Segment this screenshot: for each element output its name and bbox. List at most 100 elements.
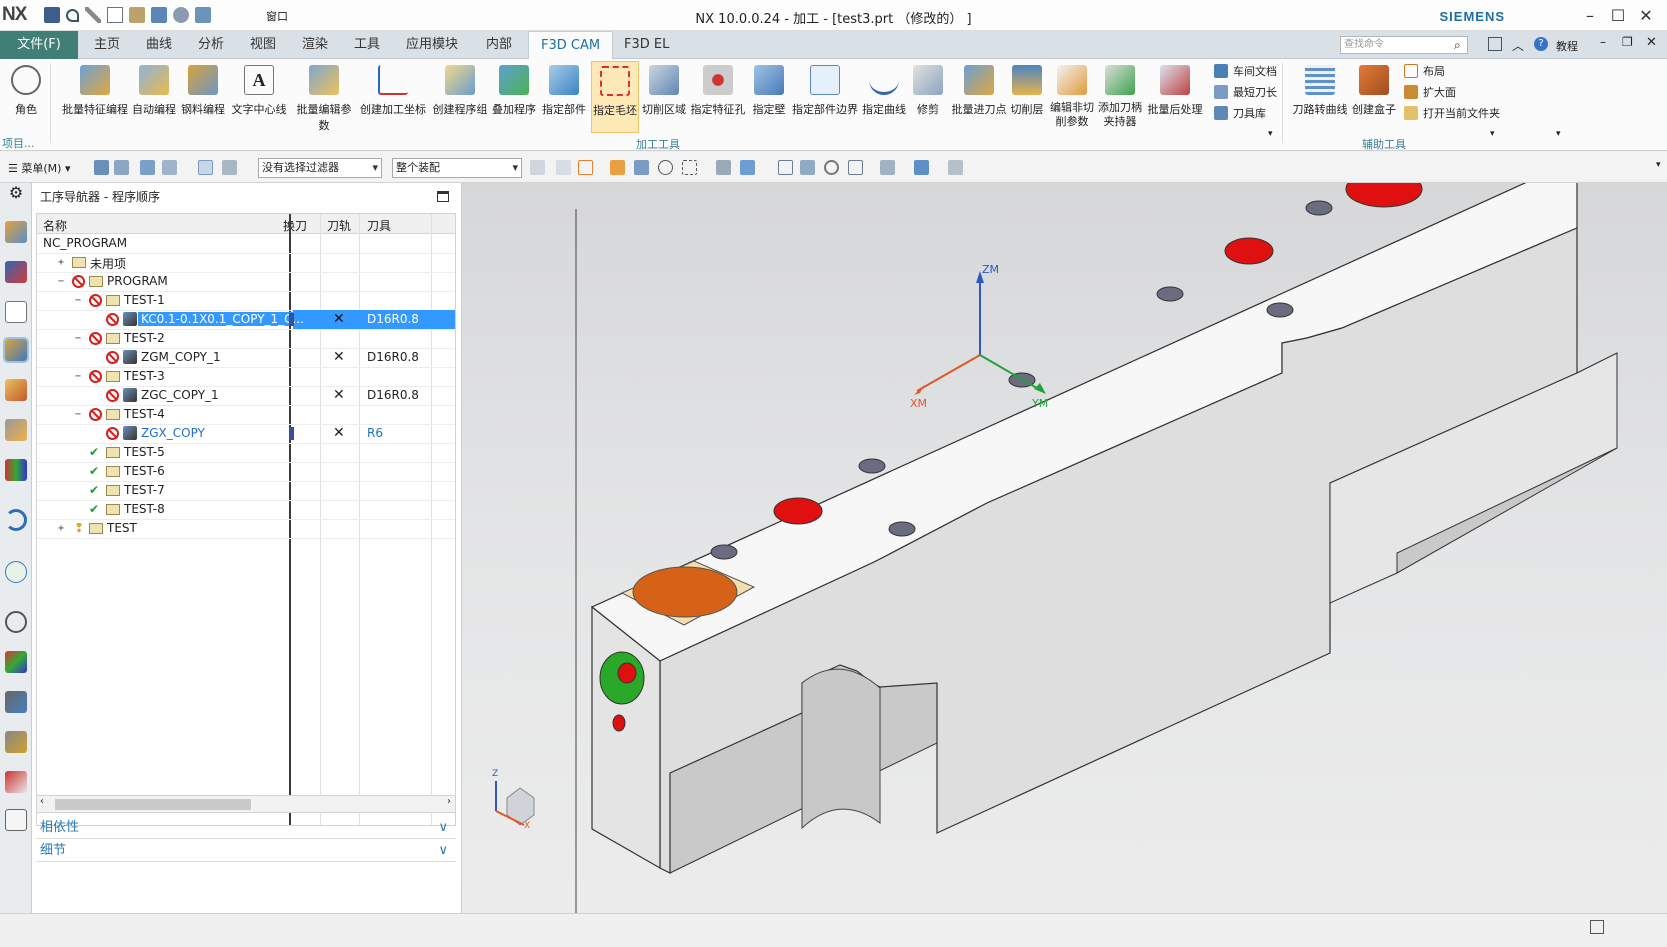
- snap-point-icon[interactable]: [556, 160, 571, 175]
- collapse-icon[interactable]: −: [75, 371, 81, 382]
- search-icon[interactable]: ⌕: [1454, 38, 1461, 53]
- palette-icon[interactable]: [5, 771, 27, 793]
- project-menu[interactable]: 项目...: [2, 135, 35, 151]
- constraint-navigator-icon[interactable]: [5, 261, 27, 283]
- collapse-icon[interactable]: −: [58, 276, 64, 287]
- program-group-row[interactable]: NC_PROGRAM: [37, 234, 455, 254]
- process-studio-icon[interactable]: [5, 651, 27, 673]
- program-group-row[interactable]: − TEST-2: [37, 329, 455, 349]
- scroll-thumb[interactable]: [55, 799, 251, 810]
- scroll-left-icon[interactable]: ‹: [40, 796, 44, 807]
- tutorial-link[interactable]: 教程: [1556, 38, 1578, 54]
- group-expand-icon[interactable]: ▾: [1490, 129, 1495, 139]
- tab-view[interactable]: 视图: [250, 31, 276, 59]
- create-program-group-button[interactable]: 创建程序组: [432, 61, 488, 133]
- program-order-view-icon[interactable]: [94, 160, 109, 175]
- auto-programming-button[interactable]: 自动编程: [130, 61, 178, 133]
- role-button[interactable]: 角色: [6, 61, 46, 133]
- enlarge-face-button[interactable]: 扩大面: [1404, 84, 1456, 100]
- layout-panel-icon[interactable]: [5, 809, 27, 831]
- specify-part-boundary-button[interactable]: 指定部件边界: [792, 61, 858, 133]
- tab-applications[interactable]: 应用模块: [406, 31, 458, 59]
- shop-doc-button[interactable]: 车间文档: [1214, 63, 1277, 79]
- shortest-tool-length-button[interactable]: 最短刀长: [1214, 84, 1277, 100]
- collapse-icon[interactable]: −: [75, 295, 81, 306]
- collapse-icon[interactable]: −: [75, 333, 81, 344]
- tab-f3d-cam[interactable]: F3D CAM: [528, 31, 614, 60]
- batch-edit-params-button[interactable]: 批量编辑参数: [292, 61, 356, 133]
- tab-curve[interactable]: 曲线: [146, 31, 172, 59]
- edit-noncutting-params-button[interactable]: 编辑非切削参数: [1050, 61, 1094, 133]
- rotate-icon[interactable]: [824, 160, 839, 175]
- system-scene-icon[interactable]: [5, 731, 27, 753]
- reuse-library-icon[interactable]: [5, 459, 27, 481]
- fit-view-icon[interactable]: [716, 160, 731, 175]
- operation-row[interactable]: KC0.1-0.1X0.1_COPY_1_C... ✕ D16R0.8: [37, 310, 455, 330]
- rectangle-select-icon[interactable]: [682, 160, 697, 175]
- toolbar-expand-icon[interactable]: ▾: [1656, 160, 1661, 170]
- method-view-icon[interactable]: [162, 160, 177, 175]
- program-group-row[interactable]: − TEST-4: [37, 405, 455, 425]
- settings-icon[interactable]: ⚙: [5, 183, 27, 205]
- show-hide-icon[interactable]: [948, 160, 963, 175]
- minimize-icon[interactable]: –: [1580, 6, 1600, 25]
- dependencies-panel[interactable]: 相依性 ∨: [36, 817, 456, 839]
- ribbon-close-icon[interactable]: ✕: [1646, 35, 1657, 50]
- operation-row[interactable]: ZGC_COPY_1 ✕ D16R0.8: [37, 386, 455, 406]
- column-toolpath[interactable]: 刀轨: [327, 217, 351, 234]
- toolpath-to-curve-button[interactable]: 刀路转曲线: [1292, 61, 1348, 133]
- collapse-icon[interactable]: −: [75, 409, 81, 420]
- maximize-icon[interactable]: ☐: [1608, 6, 1628, 25]
- machine-tool-navigator-icon[interactable]: [5, 379, 27, 401]
- steel-programming-button[interactable]: 钢料编程: [180, 61, 226, 133]
- operation-row[interactable]: ZGX_COPY ✕ R6: [37, 424, 455, 444]
- cut-area-button[interactable]: 切削区域: [642, 61, 686, 133]
- ribbon-minimize-icon[interactable]: –: [1600, 35, 1606, 49]
- cut-level-button[interactable]: 切削层: [1010, 61, 1044, 133]
- batch-entry-point-button[interactable]: 批量进刀点: [950, 61, 1008, 133]
- command-search-input[interactable]: 查找命令: [1340, 36, 1468, 54]
- specify-wall-button[interactable]: 指定壁: [750, 61, 788, 133]
- machine-tool-view-icon[interactable]: [114, 160, 129, 175]
- tab-tools[interactable]: 工具: [354, 31, 380, 59]
- column-toolchange[interactable]: 换刀: [283, 217, 307, 234]
- center-point-icon[interactable]: [658, 160, 673, 175]
- assembly-scope-dropdown[interactable]: 整个装配: [392, 158, 522, 178]
- program-group-row[interactable]: + ❢ TEST: [37, 519, 455, 539]
- main-menu-button[interactable]: ☰ 菜单(M) ▾: [8, 160, 70, 176]
- layout-icon[interactable]: [1488, 37, 1502, 51]
- program-group-row[interactable]: − PROGRAM: [37, 272, 455, 292]
- help-icon[interactable]: ?: [1534, 37, 1548, 51]
- program-group-row[interactable]: ✔ TEST-6: [37, 462, 455, 482]
- history-icon[interactable]: [5, 561, 27, 583]
- snap-icon[interactable]: [530, 160, 545, 175]
- horizontal-scrollbar[interactable]: ‹ ›: [36, 795, 456, 813]
- tab-analysis[interactable]: 分析: [198, 31, 224, 59]
- tab-f3d-el[interactable]: F3D EL: [624, 31, 669, 59]
- tab-home[interactable]: 主页: [94, 31, 120, 59]
- column-tool[interactable]: 刀具: [367, 217, 391, 234]
- operation-navigator-icon[interactable]: [3, 337, 29, 363]
- layout-button[interactable]: 布局: [1404, 63, 1445, 79]
- specify-feature-hole-button[interactable]: 指定特征孔: [690, 61, 746, 133]
- web-browser-icon[interactable]: [5, 509, 27, 531]
- ribbon-expand-icon[interactable]: ▾: [1556, 129, 1561, 139]
- text-centerline-button[interactable]: A 文字中心线: [230, 61, 288, 133]
- close-icon[interactable]: ✕: [1636, 6, 1656, 25]
- specify-blank-button[interactable]: 指定毛坯: [591, 61, 639, 133]
- zoom-icon[interactable]: [778, 160, 793, 175]
- specify-part-button[interactable]: 指定部件: [540, 61, 588, 133]
- program-group-row[interactable]: ✔ TEST-5: [37, 443, 455, 463]
- add-holder-button[interactable]: 添加刀柄夹持器: [1098, 61, 1142, 133]
- roles-icon[interactable]: [5, 691, 27, 713]
- verify-toolpath-icon[interactable]: [222, 160, 237, 175]
- edit-section-icon[interactable]: [914, 160, 929, 175]
- program-group-row[interactable]: ✔ TEST-8: [37, 500, 455, 520]
- render-style-icon[interactable]: [880, 160, 895, 175]
- program-group-row[interactable]: + 未用项: [37, 253, 455, 273]
- batch-feature-programming-button[interactable]: 批量特征编程: [62, 61, 128, 133]
- point-snap-icon[interactable]: [578, 160, 593, 175]
- selection-filter-dropdown[interactable]: 没有选择过滤器: [258, 158, 382, 178]
- assembly-navigator-icon[interactable]: [5, 221, 27, 243]
- group-expand-icon[interactable]: ▾: [1268, 129, 1273, 139]
